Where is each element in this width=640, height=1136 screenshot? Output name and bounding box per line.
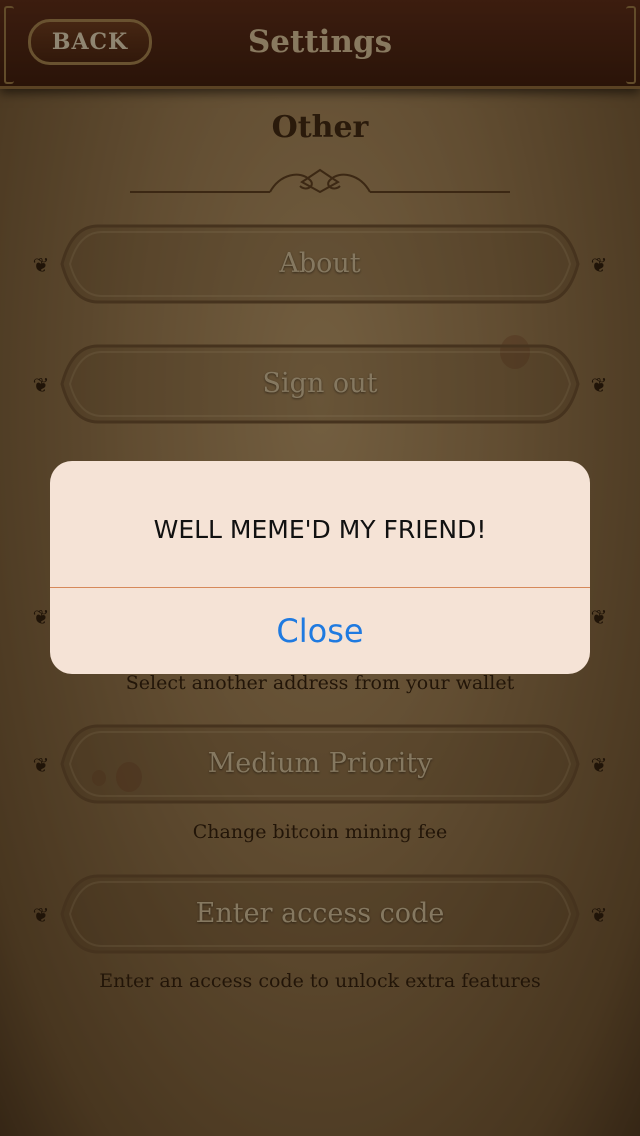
settings-screen: BACK Settings Other About ❦ ❦ Sign out ❦… [0, 0, 640, 1136]
alert-message: WELL MEME'D MY FRIEND! [153, 515, 487, 544]
close-button[interactable]: Close [50, 588, 590, 674]
alert-dialog: WELL MEME'D MY FRIEND! Close [50, 461, 590, 674]
